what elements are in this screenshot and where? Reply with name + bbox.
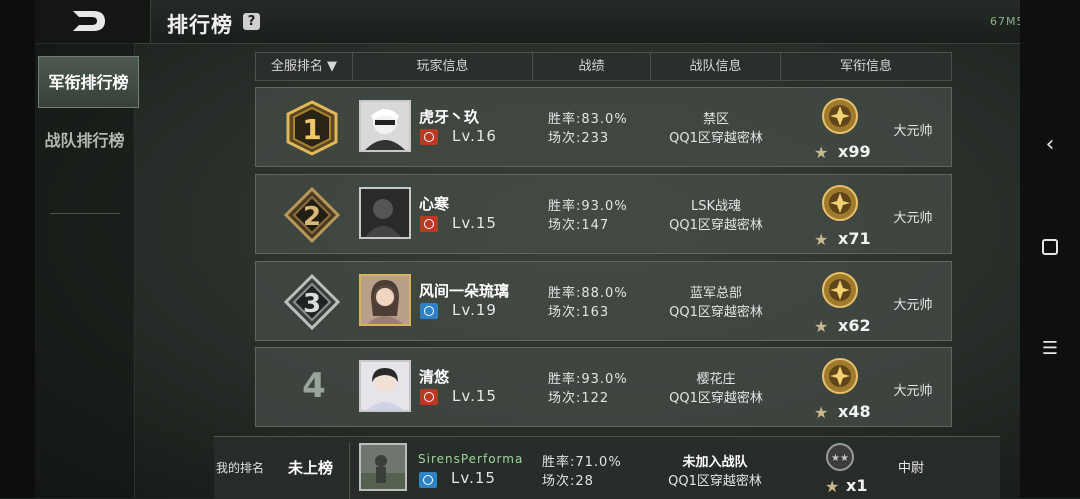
player-level: Lv.16 xyxy=(452,127,497,145)
avatar[interactable] xyxy=(359,360,411,412)
match-count: 场次:233 xyxy=(548,131,610,146)
back-nav-icon[interactable]: ‹ xyxy=(1020,132,1080,157)
home-nav-icon[interactable] xyxy=(1020,236,1080,261)
column-military-rank: 军衔信息 xyxy=(839,59,892,74)
military-rank: 大元帅 xyxy=(893,298,933,313)
star-icon: ★ xyxy=(814,317,829,336)
table-header: 全服排名 ▼ 玩家信息 战绩 战队信息 军衔信息 xyxy=(255,52,952,81)
team-name: 禁区 xyxy=(702,112,729,127)
column-player-info: 玩家信息 xyxy=(353,53,533,80)
marshal-medal-icon xyxy=(822,185,858,221)
column-server-rank[interactable]: 全服排名 ▼ xyxy=(256,53,353,80)
camp-blue-icon xyxy=(419,472,437,488)
tab-military-rank-leaderboard[interactable]: 军衔排行榜 xyxy=(38,56,139,108)
team-name: LSK战魂 xyxy=(690,199,742,214)
my-win-rate: 胜率:71.0% xyxy=(542,455,622,470)
team-name: 樱花庄 xyxy=(696,372,736,387)
team-region: QQ1区穿越密林 xyxy=(669,131,763,146)
player-name: 清悠 xyxy=(419,368,450,386)
column-record: 战绩 xyxy=(533,53,651,80)
rank-2-badge-icon: 2 xyxy=(284,187,340,243)
svg-text:2: 2 xyxy=(303,202,321,232)
star-icon: ★ xyxy=(814,403,829,422)
my-avatar[interactable] xyxy=(359,443,407,491)
my-team-region: QQ1区穿越密林 xyxy=(668,474,762,489)
win-rate: 胜率:93.0% xyxy=(548,372,628,387)
table-row[interactable]: 3 风间一朵琉璃 Lv.19 胜率:88.0% 场次:163 蓝军总部 QQ1区… xyxy=(255,261,952,341)
table-row[interactable]: 2 心寒 Lv.15 胜率:93.0% 场次:147 LSK战魂 QQ1区穿越密… xyxy=(255,174,952,254)
help-icon[interactable]: ? xyxy=(243,13,260,30)
my-medal-count: x1 xyxy=(846,476,868,495)
camp-red-icon xyxy=(420,389,438,405)
system-nav-bar: ‹ ☰ xyxy=(1020,0,1080,498)
star-icon: ★ xyxy=(814,143,829,162)
medal-count: x62 xyxy=(838,316,871,335)
military-rank: 大元帅 xyxy=(893,211,933,226)
avatar[interactable] xyxy=(359,274,411,326)
player-level: Lv.19 xyxy=(452,301,497,319)
game-logo-icon xyxy=(73,11,105,31)
svg-text:3: 3 xyxy=(303,289,321,319)
camp-red-icon xyxy=(420,129,438,145)
back-button[interactable] xyxy=(35,0,151,43)
star-icon: ★ xyxy=(825,477,840,496)
svg-text:★★: ★★ xyxy=(831,453,849,464)
match-count: 场次:147 xyxy=(548,218,610,233)
match-count: 场次:122 xyxy=(548,391,610,406)
my-player-name: SirensPerforma xyxy=(418,452,524,466)
marshal-medal-icon xyxy=(822,272,858,308)
match-count: 场次:163 xyxy=(548,305,610,320)
table-row[interactable]: 4 清悠 Lv.15 胜率:93.0% 场次:122 樱花庄 QQ1区穿越密林 … xyxy=(255,347,952,427)
team-region: QQ1区穿越密林 xyxy=(669,218,763,233)
player-name: 风间一朵琉璃 xyxy=(419,282,510,300)
avatar[interactable] xyxy=(359,100,411,152)
my-player-level: Lv.15 xyxy=(451,469,496,487)
military-rank: 大元帅 xyxy=(893,124,933,139)
camp-red-icon xyxy=(420,216,438,232)
win-rate: 胜率:93.0% xyxy=(548,199,628,214)
rank-1-badge-icon: 1 xyxy=(286,100,338,156)
win-rate: 胜率:88.0% xyxy=(548,286,628,301)
medal-count: x48 xyxy=(838,402,871,421)
player-name: 虎牙丶玖 xyxy=(419,108,480,126)
team-region: QQ1区穿越密林 xyxy=(669,305,763,320)
menu-nav-icon[interactable]: ☰ xyxy=(1020,338,1080,359)
rank-3-badge-icon: 3 xyxy=(284,274,340,330)
win-rate: 胜率:83.0% xyxy=(548,112,628,127)
player-level: Lv.15 xyxy=(452,214,497,232)
marshal-medal-icon xyxy=(822,358,858,394)
sidebar-divider xyxy=(50,213,120,214)
my-match-count: 场次:28 xyxy=(542,474,594,489)
camp-blue-icon xyxy=(420,303,438,319)
star-icon: ★ xyxy=(814,230,829,249)
military-rank: 大元帅 xyxy=(893,384,933,399)
player-level: Lv.15 xyxy=(452,387,497,405)
my-rank-value: 未上榜 xyxy=(288,459,334,477)
medal-count: x71 xyxy=(838,229,871,248)
avatar[interactable] xyxy=(359,187,411,239)
sidebar: 军衔排行榜 战队排行榜 xyxy=(35,43,139,498)
rank-number: 4 xyxy=(302,366,326,406)
player-name: 心寒 xyxy=(419,195,450,213)
page-title: 排行榜 xyxy=(167,13,233,37)
marshal-medal-icon xyxy=(822,98,858,134)
team-name: 蓝军总部 xyxy=(689,286,742,301)
my-rank-label: 我的排名 xyxy=(216,461,265,475)
left-screen-edge xyxy=(0,0,35,498)
my-team-name: 未加入战队 xyxy=(682,455,748,470)
lieutenant-medal-icon: ★★ xyxy=(826,443,854,471)
column-team-info: 战队信息 xyxy=(651,53,781,80)
divider xyxy=(349,443,350,499)
team-region: QQ1区穿越密林 xyxy=(669,391,763,406)
tab-team-leaderboard[interactable]: 战队排行榜 xyxy=(35,115,134,167)
medal-count: x99 xyxy=(838,142,871,161)
my-military-rank: 中尉 xyxy=(897,461,924,476)
my-rank-bar: 我的排名 未上榜 SirensPerforma Lv.15 胜率:71.0% 场… xyxy=(214,436,1000,499)
svg-text:1: 1 xyxy=(302,113,321,146)
table-row[interactable]: 1 虎牙丶玖 Lv.16 胜率:83.0% 场次:233 禁区 QQ1区穿越密林… xyxy=(255,87,952,167)
